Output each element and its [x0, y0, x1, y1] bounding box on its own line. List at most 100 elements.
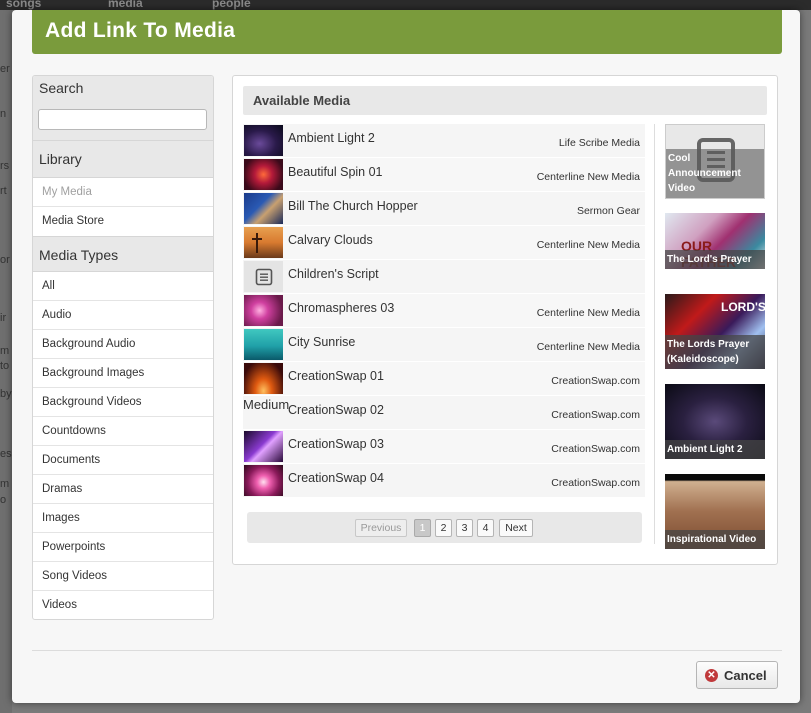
type-item-countdowns[interactable]: Countdowns: [33, 417, 213, 446]
featured-caption: Ambient Light 2: [665, 440, 765, 459]
pagination: Previous 1 2 3 4 Next: [247, 512, 642, 543]
add-link-modal: Add Link To Media Search Library My Medi…: [12, 10, 800, 703]
document-icon: [255, 268, 272, 285]
pager-previous-button[interactable]: Previous: [355, 519, 407, 537]
media-provider: Life Scribe Media: [558, 137, 640, 149]
featured-tile[interactable]: OUR FATHER The Lord's Prayer: [665, 213, 765, 269]
type-item-videos[interactable]: Videos: [33, 591, 213, 619]
bg-nav-people: people: [212, 0, 251, 10]
featured-tile[interactable]: Inspirational Video: [665, 474, 765, 549]
search-input[interactable]: [38, 109, 207, 130]
bg-nav-songs: songs: [6, 0, 42, 10]
type-item-images[interactable]: Images: [33, 504, 213, 533]
background-topbar: songs media people: [0, 0, 811, 10]
bg-letter: ir: [0, 312, 7, 324]
media-title: Chromaspheres 03: [288, 301, 395, 315]
column-divider: [654, 124, 655, 544]
media-title: CreationSwap 02: [288, 403, 384, 417]
library-section-label: Library: [33, 141, 213, 178]
featured-caption: Cool Announcement Video: [666, 149, 764, 198]
medium-label: Medium: [243, 397, 290, 412]
pager-page-3[interactable]: 3: [456, 519, 473, 537]
available-media-header: Available Media: [243, 86, 767, 115]
featured-art-text: LORD'S: [721, 300, 765, 314]
search-wrap: [33, 100, 213, 141]
cross-icon: [252, 233, 262, 253]
bg-letter: er: [0, 63, 10, 75]
media-provider: Centerline New Media: [536, 239, 640, 251]
cancel-x-icon: ✕: [705, 669, 718, 682]
media-row[interactable]: Ambient Light 2 Life Scribe Media: [243, 124, 645, 158]
modal-title: Add Link To Media: [45, 19, 236, 42]
available-media-title: Available Media: [253, 93, 351, 108]
media-title: CreationSwap 04: [288, 471, 384, 485]
media-provider: CreationSwap.com: [551, 409, 640, 421]
media-provider: CreationSwap.com: [551, 477, 640, 489]
media-title: Children's Script: [288, 267, 379, 281]
filter-sidebar: Search Library My Media Media Store Medi…: [32, 75, 214, 620]
library-item-media-store[interactable]: Media Store: [33, 207, 213, 236]
type-item-dramas[interactable]: Dramas: [33, 475, 213, 504]
media-list: Ambient Light 2 Life Scribe Media Beauti…: [243, 124, 645, 498]
available-media-panel: Available Media Ambient Light 2 Life Scr…: [232, 75, 778, 565]
media-thumbnail: [244, 193, 283, 224]
library-item-my-media[interactable]: My Media: [33, 178, 213, 207]
featured-caption: Inspirational Video: [665, 530, 765, 549]
featured-caption: The Lords Prayer (Kaleidoscope): [665, 335, 765, 369]
bg-letter: m: [0, 345, 10, 357]
media-title: Ambient Light 2: [288, 131, 375, 145]
media-title: City Sunrise: [288, 335, 356, 349]
bg-letter: es: [0, 448, 12, 460]
bg-nav-media: media: [108, 0, 143, 10]
media-title: Calvary Clouds: [288, 233, 373, 247]
media-thumbnail: [244, 431, 283, 462]
media-title: Bill The Church Hopper: [288, 199, 418, 213]
media-row[interactable]: Calvary Clouds Centerline New Media: [243, 226, 645, 260]
media-thumbnail: [244, 329, 283, 360]
bg-letter: n: [0, 108, 7, 120]
bg-letter: o: [0, 494, 7, 506]
search-section-label: Search: [33, 76, 213, 100]
bg-letter: rt: [0, 185, 7, 197]
featured-caption: The Lord's Prayer: [665, 250, 765, 269]
pager-page-2[interactable]: 2: [435, 519, 452, 537]
type-item-all[interactable]: All: [33, 272, 213, 301]
media-row[interactable]: CreationSwap 01 CreationSwap.com: [243, 362, 645, 396]
media-row[interactable]: City Sunrise Centerline New Media: [243, 328, 645, 362]
type-item-background-images[interactable]: Background Images: [33, 359, 213, 388]
media-provider: Centerline New Media: [536, 341, 640, 353]
media-row[interactable]: Children's Script: [243, 260, 645, 294]
media-row[interactable]: Beautiful Spin 01 Centerline New Media: [243, 158, 645, 192]
media-provider: Centerline New Media: [536, 307, 640, 319]
footer-divider: [32, 650, 782, 651]
type-item-documents[interactable]: Documents: [33, 446, 213, 475]
media-thumbnail: [244, 295, 283, 326]
media-row[interactable]: Bill The Church Hopper Sermon Gear: [243, 192, 645, 226]
media-provider: Centerline New Media: [536, 171, 640, 183]
type-item-song-videos[interactable]: Song Videos: [33, 562, 213, 591]
media-row[interactable]: CreationSwap 04 CreationSwap.com: [243, 464, 645, 498]
media-thumbnail: [244, 465, 283, 496]
pager-next-button[interactable]: Next: [499, 519, 533, 537]
media-thumbnail: [244, 261, 283, 292]
type-item-audio[interactable]: Audio: [33, 301, 213, 330]
media-thumbnail: [244, 363, 283, 394]
media-row[interactable]: CreationSwap 03 CreationSwap.com: [243, 430, 645, 464]
cancel-button[interactable]: ✕ Cancel: [696, 661, 778, 689]
pager-page-4[interactable]: 4: [477, 519, 494, 537]
modal-header: Add Link To Media: [32, 10, 782, 54]
type-item-background-audio[interactable]: Background Audio: [33, 330, 213, 359]
media-title: CreationSwap 03: [288, 437, 384, 451]
type-item-powerpoints[interactable]: Powerpoints: [33, 533, 213, 562]
media-row[interactable]: Chromaspheres 03 Centerline New Media: [243, 294, 645, 328]
pager-page-1[interactable]: 1: [414, 519, 431, 537]
media-provider: CreationSwap.com: [551, 375, 640, 387]
featured-tile[interactable]: Ambient Light 2: [665, 384, 765, 459]
featured-tile[interactable]: Cool Announcement Video: [665, 124, 765, 199]
media-provider: CreationSwap.com: [551, 443, 640, 455]
media-thumbnail: [244, 159, 283, 190]
type-item-background-videos[interactable]: Background Videos: [33, 388, 213, 417]
media-row[interactable]: CreationSwap 02 CreationSwap.com: [243, 396, 645, 430]
featured-tile[interactable]: LORD'S The Lords Prayer (Kaleidoscope): [665, 294, 765, 369]
bg-letter: rs: [0, 160, 10, 172]
